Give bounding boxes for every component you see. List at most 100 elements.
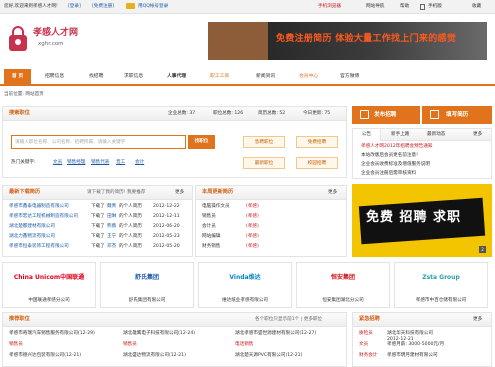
top-banner[interactable]: 免费注册简历 体验大量工作找上门来的感觉 xyxy=(208,22,487,60)
company-logo: China Unicom中国联通 xyxy=(6,265,92,295)
row-action: 下载了 xyxy=(91,244,105,249)
rec-item[interactable]: 湖北雄鹰电子科技有限公司(12-24) xyxy=(123,331,195,337)
row-company[interactable]: 孝感市鑫泰电器制造有限公司 xyxy=(9,204,69,210)
sitemap-link[interactable]: 网站导航 xyxy=(366,4,384,10)
row-action: 下载了 xyxy=(91,224,105,229)
hot-keyword[interactable]: 销售代表 xyxy=(91,160,109,166)
section-sub[interactable]: 各个职位只显示前1个 | 更多职位 xyxy=(255,317,322,323)
company-logo: Vinda维达 xyxy=(202,265,288,295)
promo-text: 免费 招聘 求职 xyxy=(366,210,462,225)
search-input[interactable]: 请输入职位名称、公司名称、招聘所属、请输入关键字 xyxy=(11,135,186,149)
resume-job[interactable]: 电脑操作文员 xyxy=(202,204,230,210)
nav-member[interactable]: 会员中心 xyxy=(299,69,318,84)
notice-item[interactable]: 本站改版后会员更名前注意! xyxy=(361,153,418,159)
resume-job[interactable]: 财务销售 xyxy=(202,244,220,250)
hot-keyword[interactable]: 销售经理 xyxy=(67,160,85,166)
section-sub: 请下载了我的简历! 我要推荐 xyxy=(87,190,146,195)
nav-home[interactable]: 首 页 xyxy=(4,69,31,84)
rec-item[interactable]: 湖北孝感市盛世源建材有限公司(12-27) xyxy=(235,331,316,337)
row-name[interactable]: 熊薇 xyxy=(107,224,116,230)
favorite-link[interactable]: 收藏 xyxy=(472,4,481,10)
register-link[interactable]: [免费注册] xyxy=(92,4,114,10)
logo-card[interactable]: 舒氏集团舒氏集团有限公司 xyxy=(100,262,194,308)
resume-tag: (孝感) xyxy=(246,214,259,219)
logo-card[interactable]: Vinda维达维达纸业孝感有限公司 xyxy=(198,262,292,308)
login-link[interactable]: [登录] xyxy=(68,4,81,10)
rec-item[interactable]: 湖北盛达物流有限公司(12-21) xyxy=(123,353,186,359)
post-icon xyxy=(360,110,369,119)
row-company[interactable]: 孝感市恒泰装饰工程有限公司 xyxy=(9,244,69,250)
hot-label: 热门关键字: xyxy=(11,160,36,165)
logo-icon[interactable] xyxy=(8,26,28,52)
resume-job[interactable]: 网站编辑 xyxy=(202,234,220,240)
row-company[interactable]: 孝感市宏达工程机械制造有限公司 xyxy=(9,214,78,220)
nav-hr-agency[interactable]: 人事代理 xyxy=(167,69,186,84)
logo-caption[interactable]: 舒氏集团有限公司 xyxy=(101,298,193,304)
qq-login-link[interactable]: 用QQ帐号登录 xyxy=(138,4,168,10)
notice-item[interactable]: 孝感人才网2012年招聘会预告通知 xyxy=(361,144,432,150)
row-action: 下载了 xyxy=(91,204,105,209)
hot-keyword[interactable]: 会计 xyxy=(135,160,144,166)
row-name[interactable]: 魏青 xyxy=(107,204,116,210)
nav-weibo[interactable]: 官方微博 xyxy=(340,69,359,84)
resume-job[interactable]: 销售员 xyxy=(202,214,216,220)
banner-photo xyxy=(208,22,268,60)
logo-domain: xghr.com xyxy=(38,41,64,47)
row-name[interactable]: 田琳 xyxy=(107,214,116,220)
logo-caption[interactable]: 孝感市中百仓储有限公司 xyxy=(395,298,487,304)
tab-notice[interactable]: 公告 xyxy=(353,129,381,141)
row-company[interactable]: 湖北力鑫物流有限公司 xyxy=(9,234,55,240)
resume-tag: (孝感) xyxy=(246,244,259,249)
nav-news[interactable]: 新闻资讯 xyxy=(256,69,275,84)
urgent-job[interactable]: 文员 xyxy=(359,342,368,348)
nav-wages[interactable]: 职工工资 xyxy=(210,69,229,84)
resume-job[interactable]: 会计员 xyxy=(202,224,216,230)
notice-item[interactable]: 企业会员注册后需审核资料 xyxy=(361,171,416,177)
search-button[interactable]: 找职位 xyxy=(188,135,215,149)
rec-item[interactable]: 孝感市德兴达包装有限公司(12-21) xyxy=(9,353,81,359)
logo-card[interactable]: Zsta Group 孝感市中百仓储有限公司 xyxy=(394,262,488,308)
hot-keyword[interactable]: 文员 xyxy=(53,160,62,166)
rec-item[interactable]: 湖北楚天源PVC有限公司(12-21) xyxy=(235,353,302,359)
row-company[interactable]: 湖北楚都建材有限公司 xyxy=(9,224,55,230)
more-link[interactable]: 更多 xyxy=(473,317,482,323)
tab-news[interactable]: 最新动态 xyxy=(427,132,445,138)
notice-item[interactable]: 企业会员收费标准及增值服务说明 xyxy=(361,162,430,168)
section-title: 最新下载简历 xyxy=(9,189,41,195)
stat-jobs: 职位总数: 126 xyxy=(213,111,244,116)
mobile-link[interactable]: 手机版 xyxy=(428,4,442,10)
company-logo: 舒氏集团 xyxy=(104,265,190,295)
phone-browser-link[interactable]: 手机浏览器 xyxy=(318,4,341,10)
row-name[interactable]: 邓杰 xyxy=(107,244,116,250)
quick-link[interactable]: 最新职位 xyxy=(243,157,285,169)
rec-item[interactable]: 销售员 xyxy=(9,342,23,348)
logo-caption[interactable]: 中国联通孝感分公司 xyxy=(3,298,95,304)
logo-card[interactable]: China Unicom中国联通中国联通孝感分公司 xyxy=(2,262,96,308)
logo-caption[interactable]: 恒安集团湖北分公司 xyxy=(297,298,389,304)
notice-more[interactable]: 更多 xyxy=(473,132,482,138)
nav-find-jobs[interactable]: 找招聘 xyxy=(89,69,103,84)
urgent-job[interactable]: 财务会计 xyxy=(359,353,377,359)
quick-link[interactable]: 免费招聘 xyxy=(296,136,338,148)
logo-caption[interactable]: 维达纸业孝感有限公司 xyxy=(199,298,291,304)
hot-keyword[interactable]: 普工 xyxy=(116,160,125,166)
nav-seekers[interactable]: 求职信息 xyxy=(124,69,143,84)
nav-jobs[interactable]: 招聘信息 xyxy=(45,69,64,84)
quick-link[interactable]: 急聘职位 xyxy=(243,136,285,148)
more-link[interactable]: 更多 xyxy=(175,190,184,196)
quick-link[interactable]: 校园招聘 xyxy=(296,157,338,169)
rec-item[interactable]: 销售员 xyxy=(123,342,137,348)
logo-card[interactable]: 恒安集团恒安集团湖北分公司 xyxy=(296,262,390,308)
urgent-job[interactable]: 质检员 xyxy=(359,331,373,337)
slide-indicator[interactable]: 2 xyxy=(479,246,486,253)
company-logo: 恒安集团 xyxy=(300,265,386,295)
rec-item[interactable]: 孝感市奇瑞汽车销售服务有限公司(12-29) xyxy=(9,331,95,337)
help-link[interactable]: 帮助 xyxy=(400,4,409,10)
rec-item[interactable]: 电话销售 xyxy=(235,342,253,348)
promo-ad[interactable]: 免费 招聘 求职 2 xyxy=(352,184,492,257)
search-title: 搜索职位 xyxy=(9,110,30,116)
more-link[interactable]: 更多 xyxy=(328,190,337,196)
tab-newbie[interactable]: 新手上路 xyxy=(391,132,409,138)
section-title: 本周更新简历 xyxy=(202,189,234,195)
row-name[interactable]: 王宁 xyxy=(107,234,116,240)
